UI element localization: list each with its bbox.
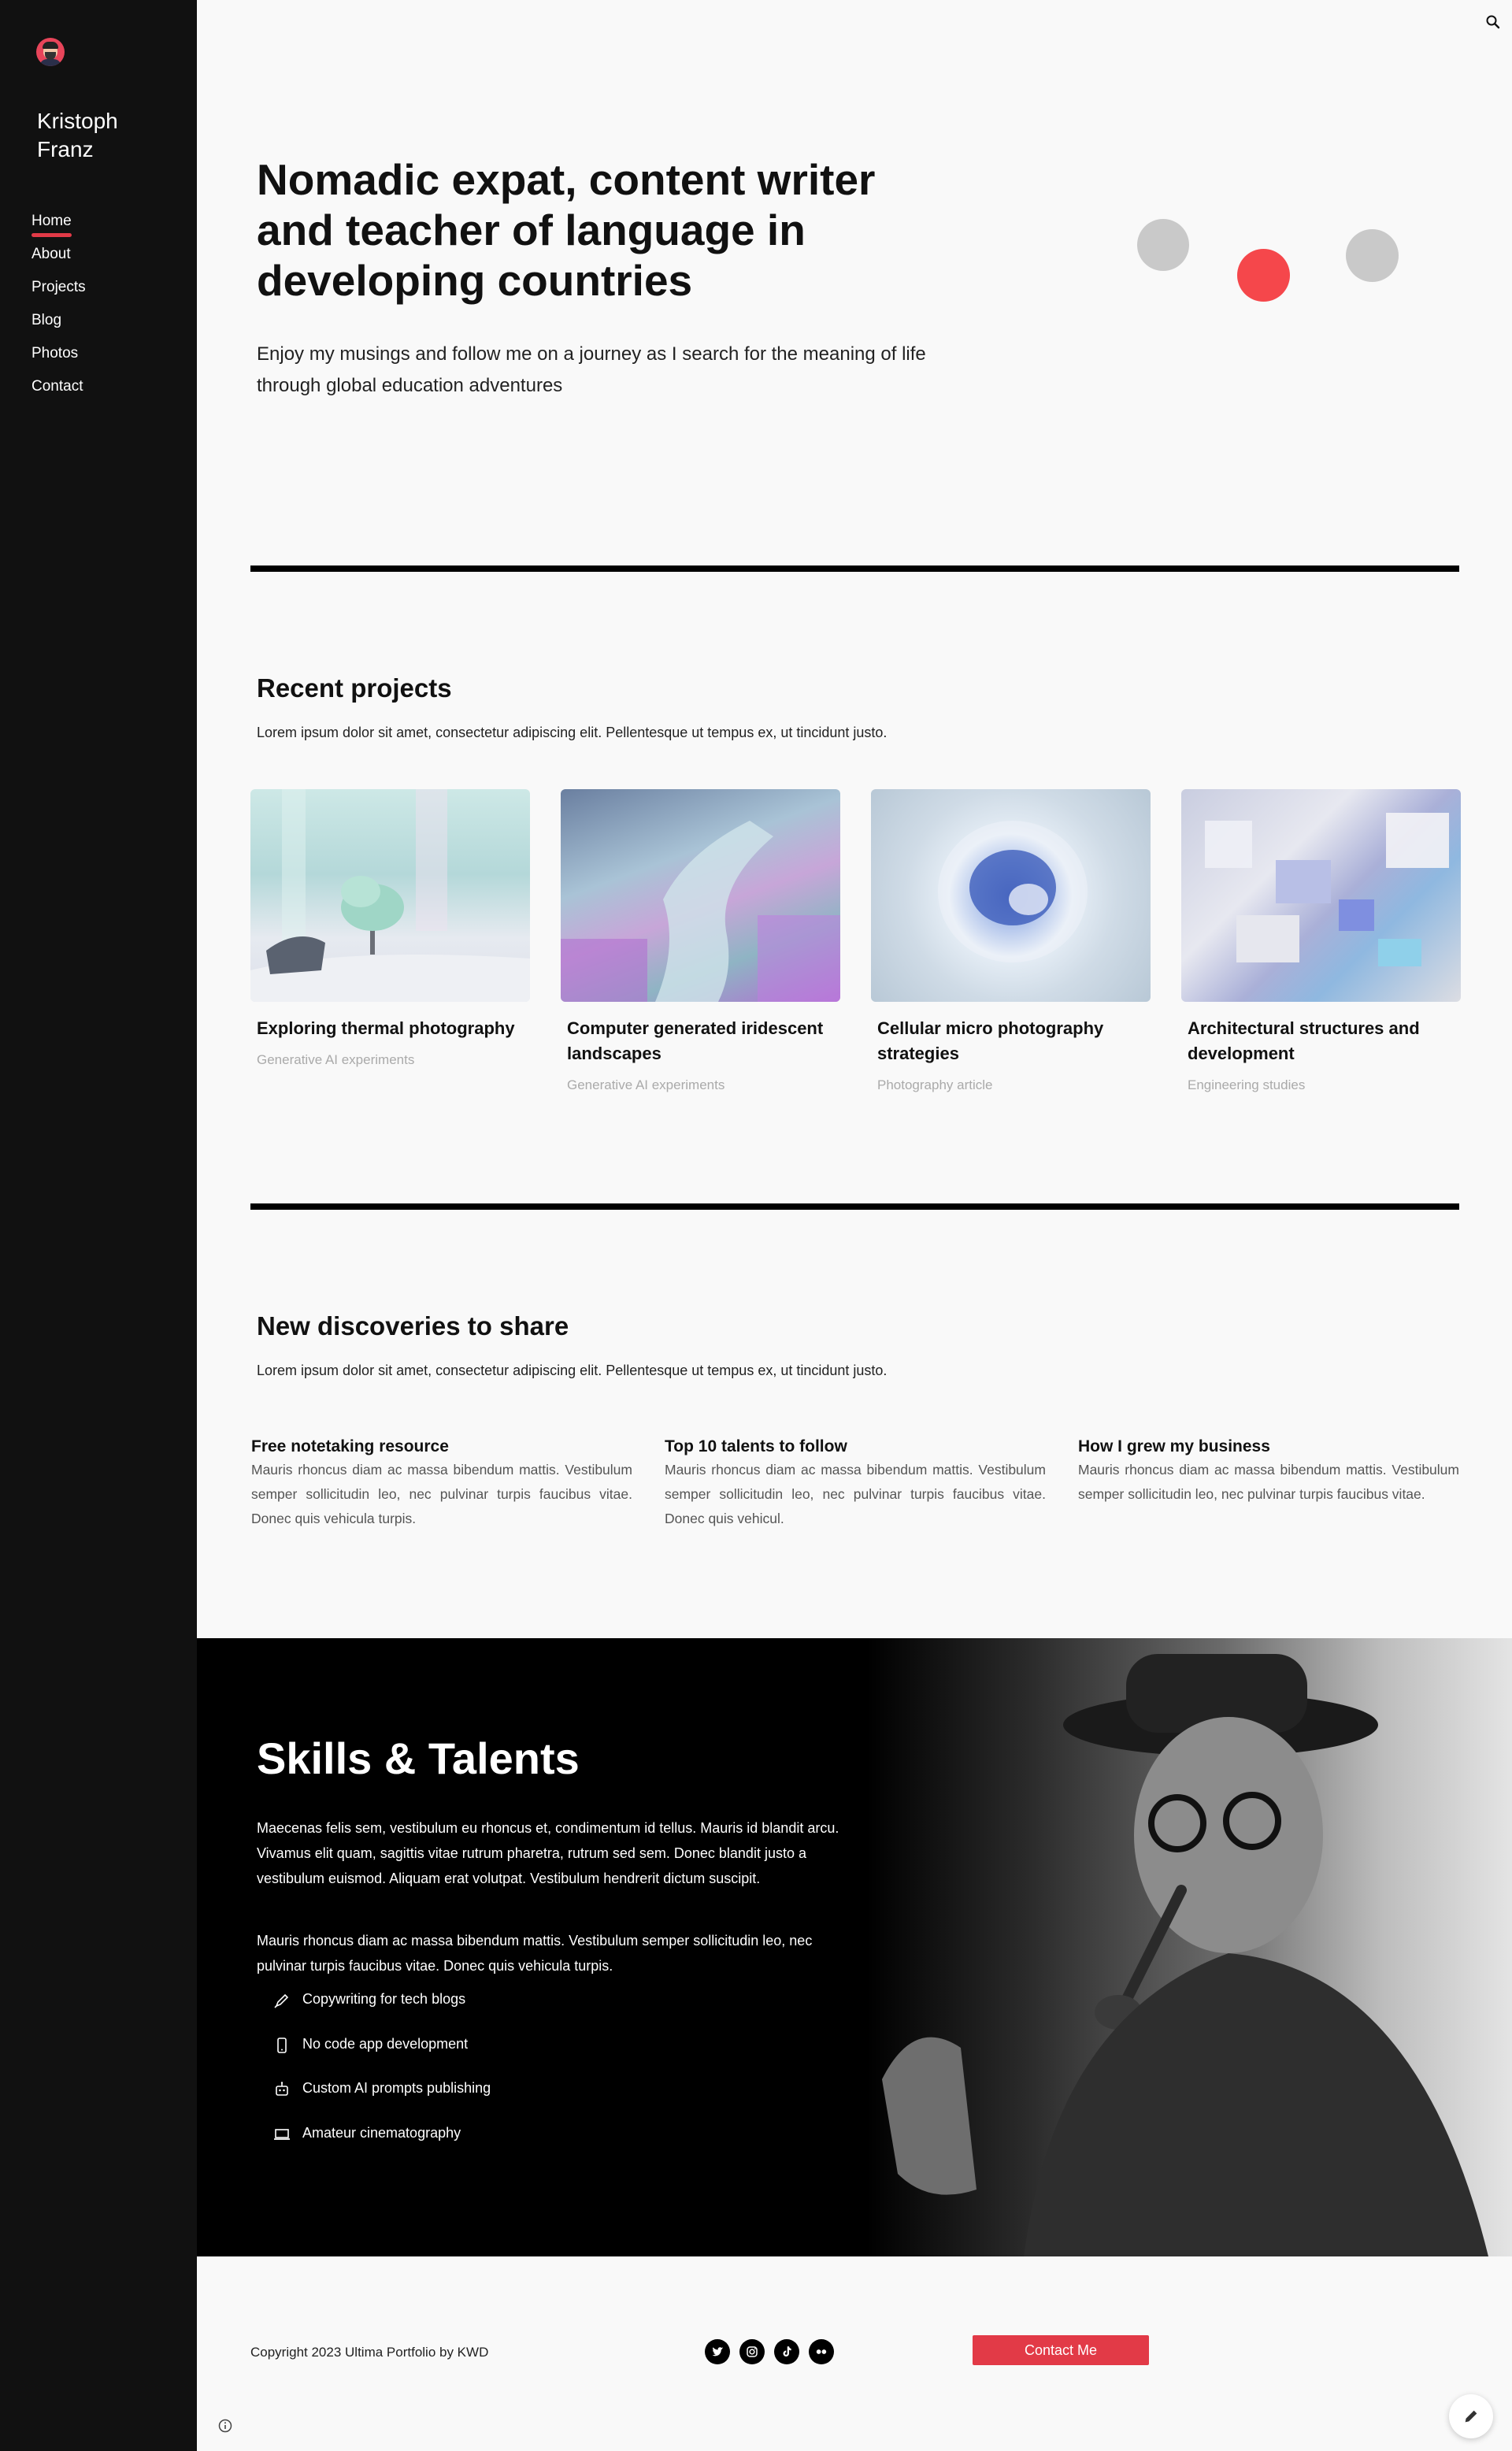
instagram-icon[interactable] <box>739 2339 765 2364</box>
project-category: Photography article <box>877 1077 993 1092</box>
skill-item: Custom AI prompts publishing <box>272 2080 491 2125</box>
project-category: Generative AI experiments <box>257 1052 415 1067</box>
skill-label: Custom AI prompts publishing <box>302 2080 491 2096</box>
skills-paragraph: Mauris rhoncus diam ac massa bibendum ma… <box>257 1933 813 1974</box>
project-image[interactable] <box>1181 789 1461 1002</box>
site-name[interactable]: Kristoph Franz <box>37 107 179 164</box>
projects-section-description: Lorem ipsum dolor sit amet, consectetur … <box>257 725 888 740</box>
skill-item: Amateur cinematography <box>272 2125 491 2170</box>
discovery-item: How I grew my business Mauris rhoncus di… <box>1078 1436 1459 1507</box>
project-image[interactable] <box>871 789 1151 1002</box>
contact-me-button[interactable]: Contact Me <box>973 2335 1149 2365</box>
discovery-title[interactable]: Top 10 talents to follow <box>665 1436 1046 1458</box>
nav-item-about[interactable]: About <box>32 246 71 263</box>
project-title[interactable]: Cellular micro photography strategies <box>871 1016 1151 1066</box>
skill-label: Amateur cinematography <box>302 2124 461 2141</box>
project-card[interactable]: Cellular micro photography strategies Ph… <box>871 789 1151 1093</box>
decorative-dot <box>1346 229 1399 282</box>
decorative-dot-accent <box>1237 249 1290 302</box>
sidebar: Kristoph Franz Home About Projects Blog … <box>0 0 197 2451</box>
micro-cell-illustration <box>938 821 1088 962</box>
project-card[interactable]: Exploring thermal photography Generative… <box>250 789 530 1068</box>
project-category: Generative AI experiments <box>567 1077 725 1092</box>
discovery-title[interactable]: Free notetaking resource <box>251 1436 632 1458</box>
project-card[interactable]: Architectural structures and development… <box>1181 789 1461 1093</box>
discovery-item: Top 10 talents to follow Mauris rhoncus … <box>665 1436 1046 1531</box>
discovery-body: Mauris rhoncus diam ac massa bibendum ma… <box>251 1462 632 1526</box>
footer-copyright: Copyright 2023 Ultima Portfolio by KWD <box>250 2345 489 2360</box>
project-title[interactable]: Architectural structures and development <box>1181 1016 1461 1066</box>
nav-item-projects[interactable]: Projects <box>32 279 86 296</box>
pen-icon <box>274 1993 289 2008</box>
phone-icon <box>277 2037 287 2053</box>
search-button[interactable] <box>1482 11 1504 33</box>
architecture-blocks-illustration <box>1205 813 1449 966</box>
tree-landscape-illustration <box>250 789 530 1002</box>
project-image[interactable] <box>250 789 530 1002</box>
project-category: Engineering studies <box>1188 1077 1306 1092</box>
nav-item-home[interactable]: Home <box>32 213 72 237</box>
edit-button[interactable] <box>1449 2394 1493 2438</box>
section-divider <box>250 1203 1459 1210</box>
robot-icon <box>276 2082 288 2096</box>
skill-item: No code app development <box>272 2036 491 2081</box>
iridescent-landscape-illustration <box>561 821 840 1002</box>
skill-label: Copywriting for tech blogs <box>302 1991 466 2007</box>
discovery-body: Mauris rhoncus diam ac massa bibendum ma… <box>1078 1462 1459 1502</box>
discovery-title[interactable]: How I grew my business <box>1078 1436 1459 1458</box>
hero-title: Nomadic expat, content writer and teache… <box>257 155 876 305</box>
skill-label: No code app development <box>302 2035 469 2052</box>
discoveries-section-title: New discoveries to share <box>257 1311 569 1340</box>
search-icon <box>1486 15 1500 29</box>
nav-item-photos[interactable]: Photos <box>32 345 78 362</box>
pencil-icon <box>1465 2410 1477 2423</box>
social-links <box>705 2339 834 2364</box>
project-title[interactable]: Exploring thermal photography <box>250 1016 530 1041</box>
nav-item-contact[interactable]: Contact <box>32 378 83 395</box>
discovery-item: Free notetaking resource Mauris rhoncus … <box>251 1436 632 1531</box>
nav-item-blog[interactable]: Blog <box>32 312 61 329</box>
section-divider <box>250 565 1459 572</box>
hero-subtitle: Enjoy my musings and follow me on a jour… <box>257 343 926 396</box>
twitter-icon[interactable] <box>705 2339 730 2364</box>
tiktok-icon[interactable] <box>774 2339 799 2364</box>
project-title[interactable]: Computer generated iridescent landscapes <box>561 1016 840 1066</box>
man-with-pipe-illustration <box>882 1654 1488 2256</box>
skills-title: Skills & Talents <box>257 1733 580 1783</box>
flickr-icon[interactable] <box>809 2339 834 2364</box>
discoveries-section-description: Lorem ipsum dolor sit amet, consectetur … <box>257 1363 888 1378</box>
skill-item: Copywriting for tech blogs <box>272 1991 491 2036</box>
skills-list: Copywriting for tech blogs No code app d… <box>272 1991 491 2169</box>
laptop-icon <box>274 2128 290 2140</box>
discovery-body: Mauris rhoncus diam ac massa bibendum ma… <box>665 1462 1046 1526</box>
decorative-dot <box>1137 219 1189 271</box>
main-nav: Home About Projects Blog Photos Contact <box>32 213 86 411</box>
portrait-photo <box>866 1638 1512 2256</box>
avatar[interactable] <box>36 38 65 66</box>
project-card[interactable]: Computer generated iridescent landscapes… <box>561 789 840 1093</box>
skills-section: Skills & Talents Maecenas felis sem, ves… <box>197 1638 1512 2256</box>
projects-section-title: Recent projects <box>257 673 452 703</box>
project-image[interactable] <box>561 789 840 1002</box>
info-icon[interactable] <box>217 2418 233 2434</box>
skills-paragraph: Maecenas felis sem, vestibulum eu rhoncu… <box>257 1820 839 1886</box>
